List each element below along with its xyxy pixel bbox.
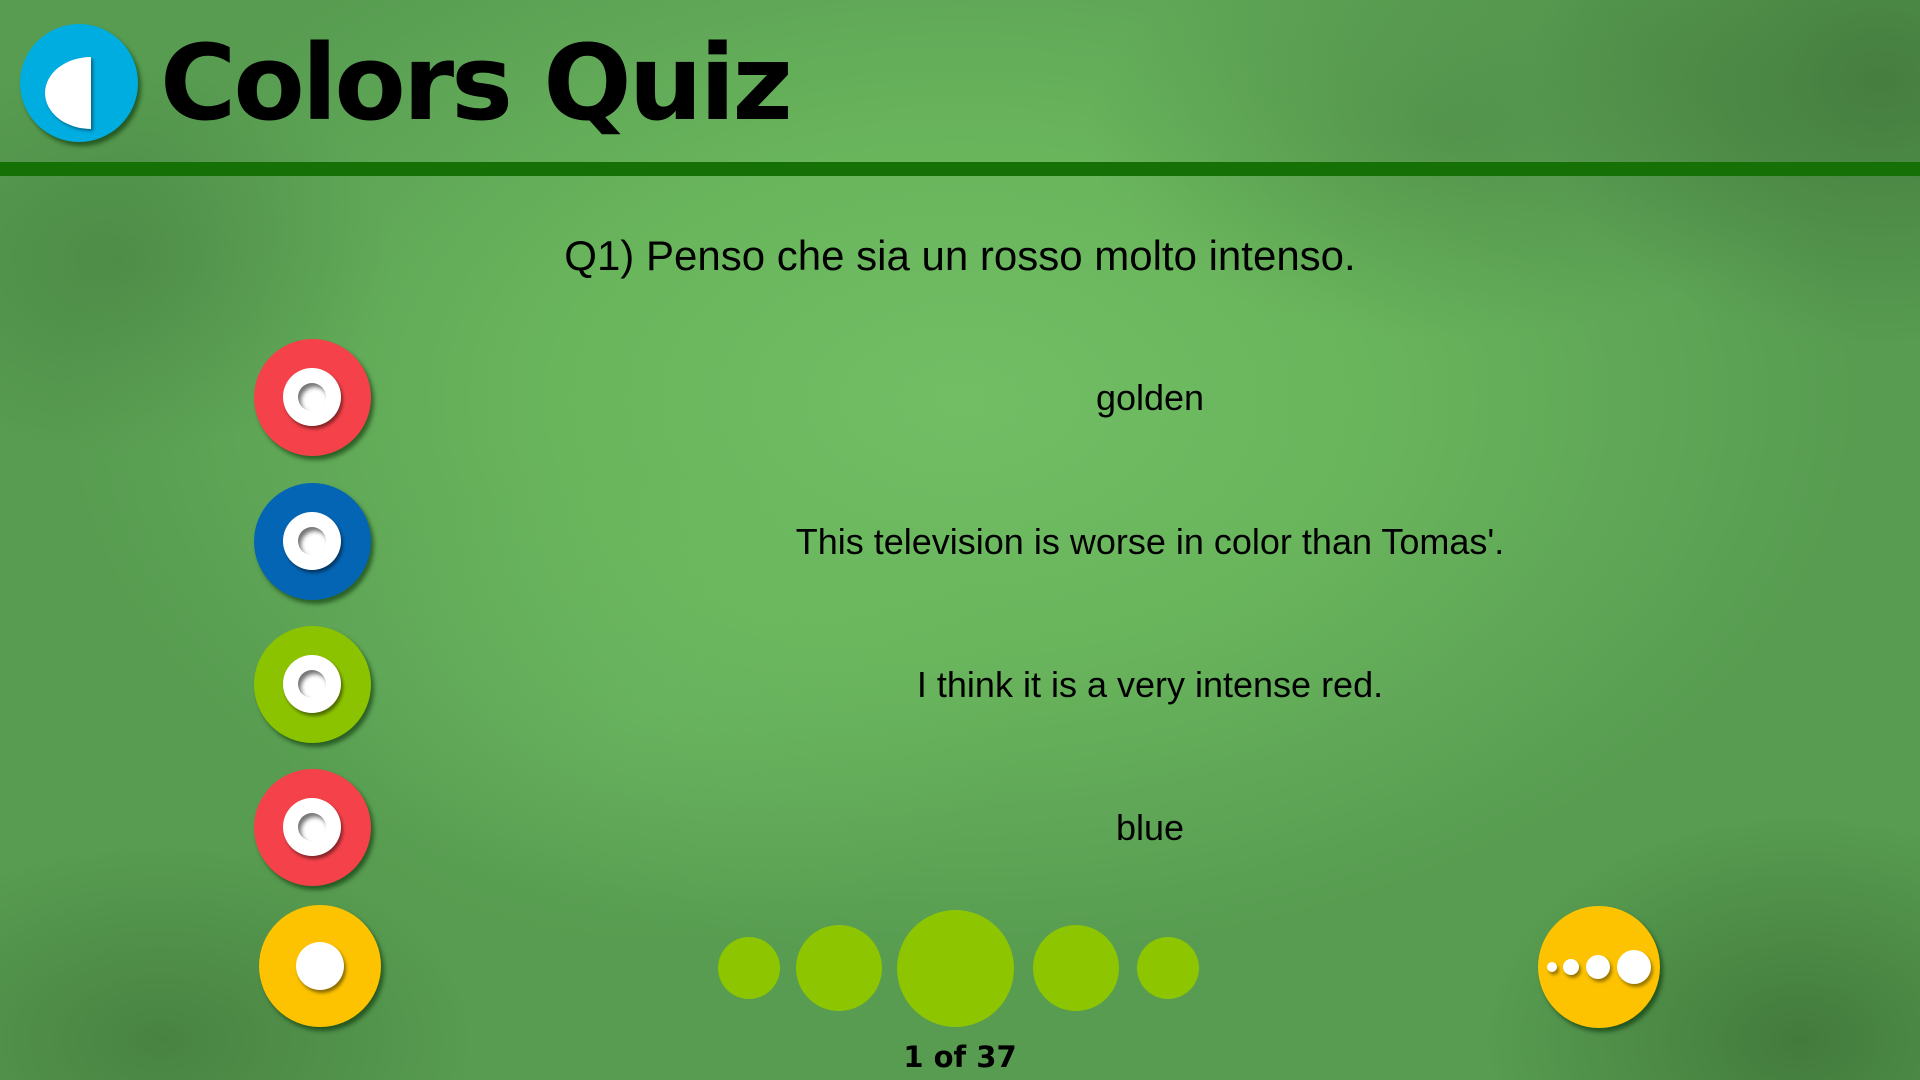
pager-dot-current[interactable] <box>897 910 1014 1027</box>
more-dot <box>1547 962 1557 972</box>
more-dot <box>1563 959 1579 975</box>
pager-dot[interactable] <box>1137 937 1199 999</box>
answer-label[interactable]: I think it is a very intense red. <box>560 626 1740 743</box>
radio-hole <box>298 813 326 841</box>
radio-ring-icon <box>283 512 341 570</box>
half-circle-logo-icon <box>45 57 91 129</box>
answer-option[interactable]: I think it is a very intense red. <box>0 626 1920 744</box>
more-dot <box>1617 950 1651 984</box>
pager-dot[interactable] <box>718 937 780 999</box>
pager-dot[interactable] <box>796 925 882 1011</box>
pager-dot[interactable] <box>1033 925 1119 1011</box>
question-text: Q1) Penso che sia un rosso molto intenso… <box>564 232 1356 279</box>
answer-select-button[interactable] <box>254 483 371 600</box>
answer-option[interactable]: golden <box>0 339 1920 457</box>
radio-ring-icon <box>283 655 341 713</box>
answer-option[interactable]: blue <box>0 769 1920 887</box>
submit-button[interactable] <box>259 905 381 1027</box>
page-counter: 1 of 37 <box>903 1040 1017 1074</box>
app-logo <box>20 24 138 142</box>
answer-select-button[interactable] <box>254 769 371 886</box>
radio-hole <box>298 383 326 411</box>
answer-label[interactable]: blue <box>560 769 1740 886</box>
answer-label[interactable]: This television is worse in color than T… <box>560 483 1740 600</box>
header-separator <box>0 162 1920 176</box>
answer-select-button[interactable] <box>254 339 371 456</box>
answer-label[interactable]: golden <box>560 339 1740 456</box>
app-title: Colors Quiz <box>160 22 793 144</box>
radio-hole <box>298 670 326 698</box>
radio-hole <box>298 527 326 555</box>
dot-icon <box>296 942 344 990</box>
answer-select-button[interactable] <box>254 626 371 743</box>
radio-ring-icon <box>283 368 341 426</box>
answer-option[interactable]: This television is worse in color than T… <box>0 483 1920 601</box>
more-dot <box>1586 955 1610 979</box>
more-button[interactable] <box>1538 906 1660 1028</box>
radio-ring-icon <box>283 798 341 856</box>
